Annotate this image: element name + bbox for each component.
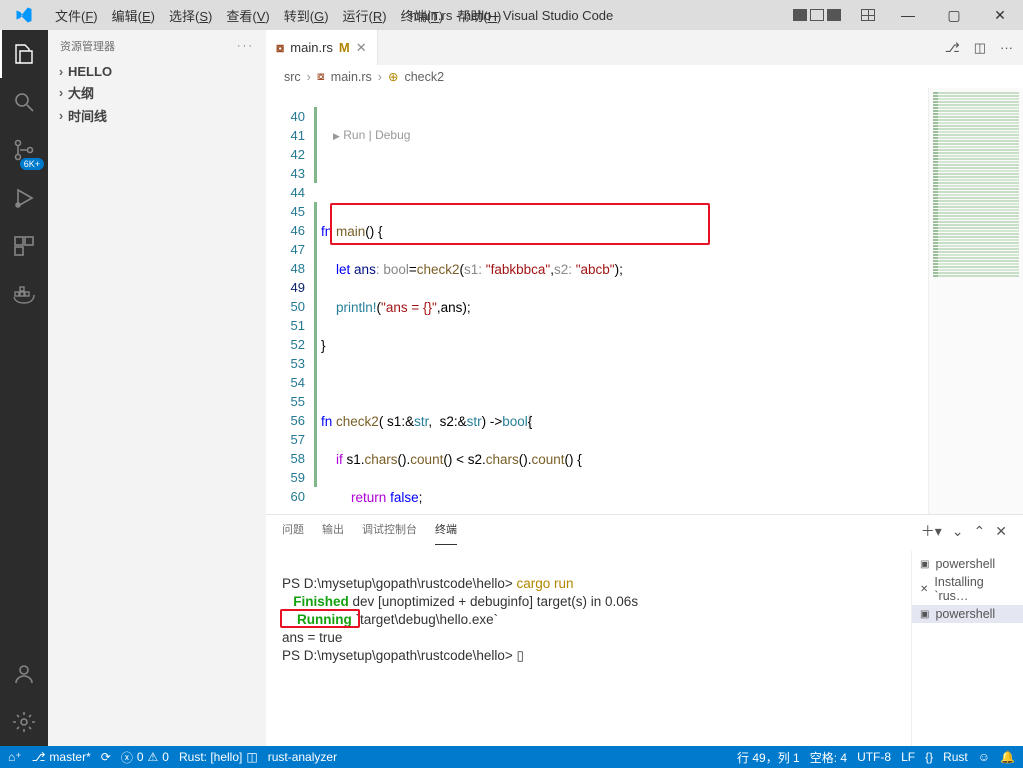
panel-tab[interactable]: 终端 bbox=[435, 521, 457, 545]
indentation[interactable]: 空格: 4 bbox=[810, 749, 847, 766]
bracket-icon[interactable]: {} bbox=[925, 750, 933, 764]
panel-action-icon[interactable]: ✕ bbox=[995, 523, 1007, 544]
account-icon[interactable] bbox=[0, 650, 48, 698]
rust-file-icon: ⧇ bbox=[276, 40, 284, 56]
extensions-icon[interactable] bbox=[0, 222, 48, 270]
explorer-icon[interactable] bbox=[0, 30, 48, 78]
encoding[interactable]: UTF-8 bbox=[857, 750, 891, 764]
maximize-button[interactable]: ▢ bbox=[931, 0, 977, 30]
terminal-session[interactable]: ✕Installing `rus… bbox=[912, 573, 1023, 605]
minimize-button[interactable]: — bbox=[885, 0, 931, 30]
menu-item[interactable]: 帮助(H) bbox=[450, 6, 508, 25]
panel-tabs[interactable]: 问题输出调试控制台终端 ＋▾ ⌄ ⌃ ✕ bbox=[266, 515, 1023, 551]
more-icon[interactable]: ··· bbox=[1000, 40, 1013, 55]
close-button[interactable]: ✕ bbox=[977, 0, 1023, 30]
close-tab-icon[interactable]: ✕ bbox=[356, 40, 367, 56]
bottom-panel: 问题输出调试控制台终端 ＋▾ ⌄ ⌃ ✕ PS D:\mysetup\gopath\ru… bbox=[266, 514, 1023, 746]
split-editor-icon[interactable]: ◫ bbox=[974, 40, 986, 56]
sync-icon[interactable]: ⟳ bbox=[101, 750, 111, 764]
highlight-box-terminal bbox=[280, 609, 360, 628]
modified-indicator: M bbox=[339, 40, 350, 55]
layout-toggles[interactable] bbox=[783, 9, 851, 21]
git-branch[interactable]: ⎇ master* bbox=[32, 750, 91, 764]
terminal-sessions: ▣powershell✕Installing `rus…▣powershell bbox=[911, 551, 1023, 746]
rust-analyzer-status[interactable]: rust-analyzer bbox=[268, 750, 337, 764]
sidebar-title: 资源管理器··· bbox=[48, 30, 266, 62]
menu-item[interactable]: 查看(V) bbox=[219, 6, 276, 25]
line-numbers: 4041424344454647484950515253545556575859… bbox=[266, 88, 321, 514]
menu-item[interactable]: 编辑(E) bbox=[105, 6, 162, 25]
settings-gear-icon[interactable] bbox=[0, 698, 48, 746]
menu-item[interactable]: 选择(S) bbox=[162, 6, 219, 25]
status-bar: ⌂⁺ ⎇ master* ⟳ ⓧ 0 ⚠ 0 Rust: [hello] ◫ r… bbox=[0, 746, 1023, 768]
problems-count[interactable]: ⓧ 0 ⚠ 0 bbox=[121, 749, 169, 766]
terminal-session[interactable]: ▣powershell bbox=[912, 555, 1023, 573]
terminal[interactable]: PS D:\mysetup\gopath\rustcode\hello> car… bbox=[266, 551, 911, 746]
code-lens[interactable]: ▶ Run | Debug bbox=[321, 126, 928, 146]
panel-action-icon[interactable]: ⌃ bbox=[974, 523, 986, 544]
layout-grid-icon[interactable] bbox=[861, 9, 875, 21]
menu-item[interactable]: 转到(G) bbox=[277, 6, 336, 25]
remote-indicator[interactable]: ⌂⁺ bbox=[8, 750, 22, 764]
run-debug-icon[interactable] bbox=[0, 174, 48, 222]
menu-item[interactable]: 文件(F) bbox=[48, 6, 105, 25]
highlight-box bbox=[330, 203, 710, 245]
code-editor[interactable]: 4041424344454647484950515253545556575859… bbox=[266, 88, 1023, 514]
source-control-icon[interactable]: 6K+ bbox=[0, 126, 48, 174]
panel-action-icon[interactable]: ＋▾ bbox=[921, 521, 942, 545]
rust-project[interactable]: Rust: [hello] ◫ bbox=[179, 750, 258, 764]
panel-action-icon[interactable]: ⌄ bbox=[952, 523, 964, 544]
docker-icon[interactable] bbox=[0, 270, 48, 318]
panel-tab[interactable]: 问题 bbox=[282, 521, 304, 545]
search-icon[interactable] bbox=[0, 78, 48, 126]
menu-bar: 文件(F)编辑(E)选择(S)查看(V)转到(G)运行(R)终端(T)帮助(H)… bbox=[0, 0, 1023, 30]
breadcrumbs[interactable]: src› ⧇main.rs› ⊕check2 bbox=[266, 65, 1023, 88]
panel-tab[interactable]: 调试控制台 bbox=[362, 521, 417, 545]
language-mode[interactable]: Rust bbox=[943, 750, 968, 764]
sidebar-section-timeline[interactable]: ›时间线 bbox=[48, 104, 266, 127]
feedback-icon[interactable]: ☺ bbox=[978, 750, 990, 764]
menu-item[interactable]: 运行(R) bbox=[336, 6, 394, 25]
activity-bar: 6K+ bbox=[0, 30, 48, 746]
terminal-session[interactable]: ▣powershell bbox=[912, 605, 1023, 623]
more-icon[interactable]: ··· bbox=[237, 40, 254, 52]
tab-main-rs[interactable]: ⧇ main.rs M ✕ bbox=[266, 30, 378, 65]
sidebar-section-outline[interactable]: ›大纲 bbox=[48, 81, 266, 104]
cursor-position[interactable]: 行 49，列 1 bbox=[737, 749, 800, 766]
minimap[interactable] bbox=[928, 88, 1023, 514]
panel-tab[interactable]: 输出 bbox=[322, 521, 344, 545]
menu-item[interactable]: 终端(T) bbox=[394, 6, 451, 25]
explorer-sidebar: 资源管理器··· ›HELLO ›大纲 ›时间线 bbox=[48, 30, 266, 746]
eol[interactable]: LF bbox=[901, 750, 915, 764]
notifications-icon[interactable]: 🔔 bbox=[1000, 750, 1015, 764]
editor-tabs: ⧇ main.rs M ✕ ⎇ ◫ ··· bbox=[266, 30, 1023, 65]
vscode-logo-icon bbox=[0, 6, 48, 24]
sidebar-section-hello[interactable]: ›HELLO bbox=[48, 62, 266, 81]
compare-icon[interactable]: ⎇ bbox=[945, 40, 960, 56]
